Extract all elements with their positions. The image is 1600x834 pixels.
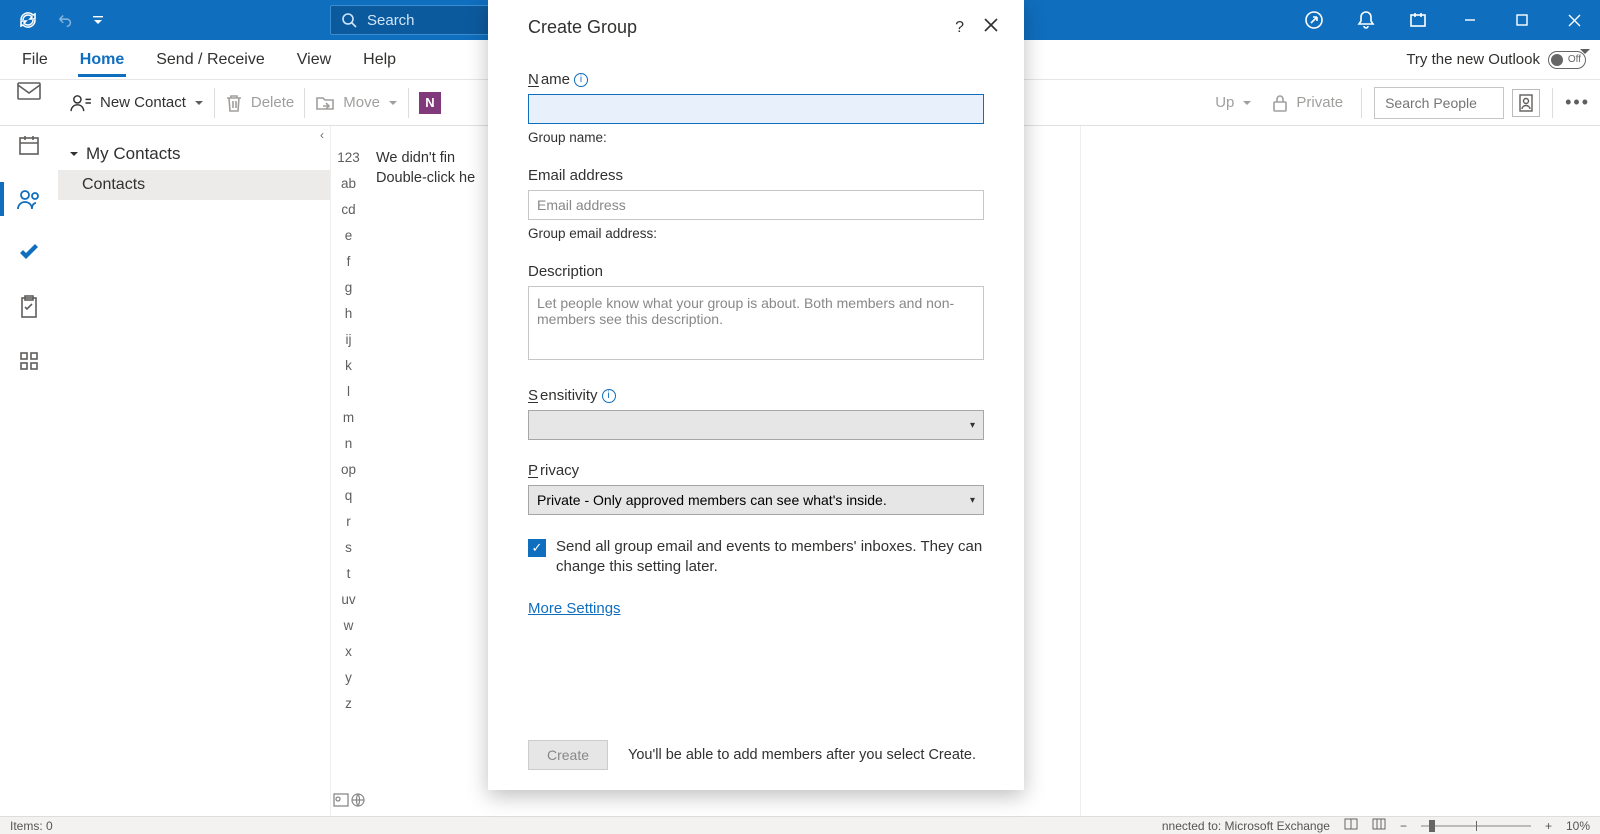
ribbon-more-button[interactable]: ••• — [1565, 92, 1590, 113]
nav-people-icon[interactable] — [0, 172, 58, 226]
index-w[interactable]: w — [344, 618, 354, 636]
delete-button[interactable]: Delete — [219, 89, 300, 117]
onenote-button[interactable]: N — [413, 88, 447, 118]
privacy-label: Privacy — [528, 462, 984, 479]
module-nav — [0, 126, 58, 816]
index-h[interactable]: h — [345, 306, 353, 324]
zoom-value: 10% — [1566, 819, 1590, 833]
index-123[interactable]: 123 — [337, 150, 360, 168]
try-new-outlook-label: Try the new Outlook — [1406, 51, 1540, 68]
notifications-icon[interactable] — [1340, 0, 1392, 40]
index-n[interactable]: n — [345, 436, 353, 454]
followup-button[interactable]: Up — [1209, 90, 1258, 115]
reading-pane — [1080, 126, 1600, 816]
folder-pane: ‹ My Contacts Contacts — [58, 126, 330, 816]
qat-dropdown-icon[interactable] — [92, 14, 104, 26]
new-contact-button[interactable]: New Contact — [64, 90, 210, 116]
menu-send-receive[interactable]: Send / Receive — [154, 43, 267, 77]
globe-icon[interactable] — [351, 793, 365, 810]
nav-calendar-icon[interactable] — [0, 118, 58, 172]
name-label: Name i — [528, 71, 984, 88]
send-to-inboxes-label: Send all group email and events to membe… — [556, 537, 984, 578]
sync-icon[interactable] — [18, 10, 38, 30]
view-normal-icon[interactable] — [1344, 818, 1358, 833]
zoom-in-button[interactable]: + — [1545, 819, 1552, 833]
sensitivity-label: Sensitivity i — [528, 387, 984, 404]
status-connected: nnected to: Microsoft Exchange — [1162, 819, 1330, 833]
undo-icon[interactable] — [56, 11, 74, 29]
nav-tasks-icon[interactable] — [0, 280, 58, 334]
alpha-index: 123 ab cd e f g h ij k l m n op q r s t … — [330, 126, 366, 816]
maximize-button[interactable] — [1496, 0, 1548, 40]
index-k[interactable]: k — [345, 358, 352, 376]
sensitivity-select[interactable]: ▾ — [528, 410, 984, 440]
index-z[interactable]: z — [345, 696, 352, 714]
create-group-dialog: Create Group ? Name i Group name: Email … — [488, 0, 1024, 790]
info-icon[interactable]: i — [574, 73, 588, 87]
move-button[interactable]: Move — [309, 90, 404, 116]
send-to-inboxes-checkbox[interactable]: ✓ — [528, 539, 546, 557]
contact-card-icon[interactable] — [333, 793, 349, 810]
status-items: Items: 0 — [10, 819, 53, 833]
index-g[interactable]: g — [345, 280, 353, 298]
folder-contacts[interactable]: Contacts — [58, 170, 330, 200]
close-window-button[interactable] — [1548, 0, 1600, 40]
dialog-close-button[interactable] — [974, 14, 1008, 41]
menu-home[interactable]: Home — [78, 43, 126, 77]
index-uv[interactable]: uv — [341, 592, 355, 610]
more-settings-link[interactable]: More Settings — [528, 600, 621, 617]
address-book-button[interactable] — [1512, 89, 1540, 117]
minimize-button[interactable] — [1444, 0, 1496, 40]
email-label: Email address — [528, 167, 984, 184]
index-q[interactable]: q — [345, 488, 353, 506]
private-button[interactable]: Private — [1266, 90, 1349, 116]
group-email-sub: Group email address: — [528, 226, 984, 241]
search-placeholder: Search — [367, 12, 415, 29]
menu-view[interactable]: View — [295, 43, 333, 77]
index-cd[interactable]: cd — [341, 202, 355, 220]
group-name-input[interactable] — [528, 94, 984, 124]
zoom-out-button[interactable]: − — [1400, 819, 1407, 833]
index-t[interactable]: t — [347, 566, 351, 584]
index-ij[interactable]: ij — [346, 332, 352, 350]
group-email-input[interactable] — [528, 190, 984, 220]
coming-soon-icon[interactable] — [1288, 0, 1340, 40]
index-m[interactable]: m — [343, 410, 354, 428]
privacy-select[interactable]: Private - Only approved members can see … — [528, 485, 984, 515]
group-name-sub: Group name: — [528, 130, 984, 145]
group-description-input[interactable] — [528, 286, 984, 360]
index-ab[interactable]: ab — [341, 176, 356, 194]
index-s[interactable]: s — [345, 540, 352, 558]
dialog-title: Create Group — [528, 17, 637, 38]
menu-help[interactable]: Help — [361, 43, 398, 77]
search-people-input[interactable] — [1374, 87, 1504, 119]
dialog-footer-text: You'll be able to add members after you … — [628, 747, 976, 763]
index-x[interactable]: x — [345, 644, 352, 662]
nav-todo-icon[interactable] — [0, 226, 58, 280]
nav-more-apps-icon[interactable] — [0, 334, 58, 388]
nav-mail-icon[interactable] — [0, 64, 58, 118]
index-f[interactable]: f — [347, 254, 351, 272]
view-reading-icon[interactable] — [1372, 818, 1386, 833]
zoom-slider[interactable] — [1421, 825, 1531, 827]
index-l[interactable]: l — [347, 384, 350, 402]
index-e[interactable]: e — [345, 228, 353, 246]
index-y[interactable]: y — [345, 670, 352, 688]
window-popout-icon[interactable] — [1392, 0, 1444, 40]
info-icon[interactable]: i — [602, 389, 616, 403]
folder-group-my-contacts[interactable]: My Contacts — [58, 126, 330, 170]
description-label: Description — [528, 263, 984, 280]
dialog-help-button[interactable]: ? — [945, 15, 974, 41]
ribbon-expand-icon[interactable] — [1578, 44, 1592, 58]
index-r[interactable]: r — [346, 514, 351, 532]
collapse-pane-icon[interactable]: ‹ — [320, 128, 324, 142]
index-op[interactable]: op — [341, 462, 356, 480]
status-bar: Items: 0 nnected to: Microsoft Exchange … — [0, 816, 1600, 834]
create-button[interactable]: Create — [528, 740, 608, 770]
